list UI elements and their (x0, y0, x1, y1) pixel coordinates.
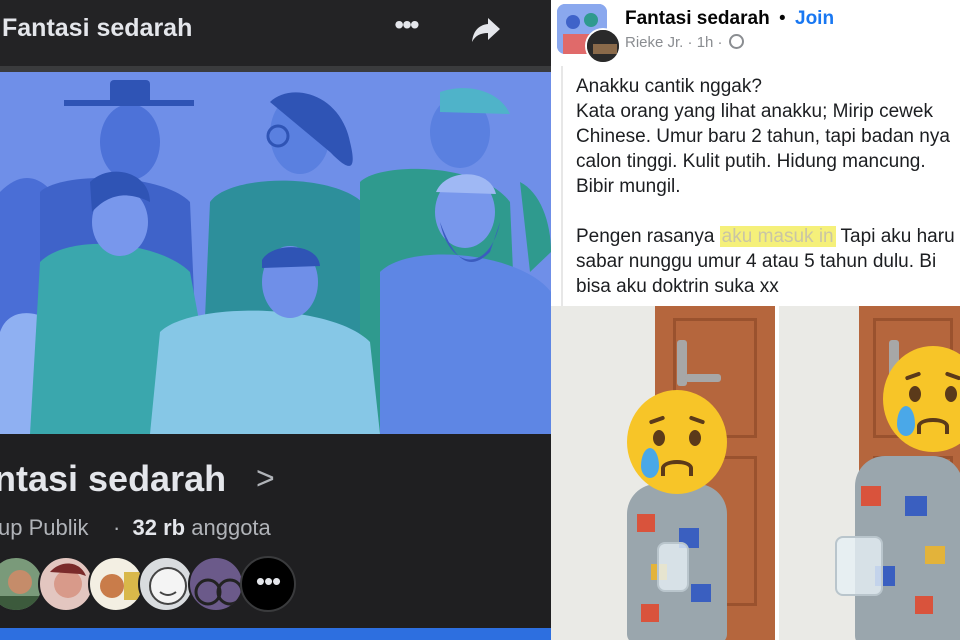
post-line: sabar nunggu umur 4 atau 5 tahun dulu. B… (576, 251, 937, 272)
join-button[interactable]: Join (795, 8, 834, 30)
post-line: Chinese. Umur baru 2 tahun, tapi badan n… (576, 126, 950, 147)
group-topbar: Fantasi sedarah ••• (0, 0, 551, 66)
post-line: Pengen rasanya aku masuk in Tapi aku har… (576, 224, 960, 249)
member-suffix: anggota (191, 515, 271, 540)
avatar[interactable] (188, 556, 244, 612)
post-line: Anakku cantik nggak? (576, 76, 762, 97)
post-photo[interactable] (551, 306, 775, 640)
topbar-title: Fantasi sedarah (2, 14, 193, 42)
header-dot: • (779, 8, 786, 29)
post-line: Bibir mungil. (576, 176, 681, 197)
group-name[interactable]: ntasi sedarah (0, 458, 226, 500)
avatar[interactable] (138, 556, 194, 612)
member-avatars[interactable]: ••• (0, 556, 308, 618)
post-line: bisa aku doktrin suka xx (576, 276, 779, 297)
avatar[interactable] (38, 556, 94, 612)
share-button[interactable] (466, 10, 506, 50)
group-cover-illustration (0, 72, 551, 434)
more-options-button[interactable]: ••• (386, 8, 426, 48)
post-line-prefix: Pengen rasanya (576, 226, 720, 247)
post-meta: Rieke Jr. · 1h · (625, 34, 744, 51)
post-line: calon tinggi. Kulit putih. Hidung mancun… (576, 151, 926, 172)
censor-highlight: aku masuk in (719, 226, 836, 247)
join-bar[interactable] (0, 628, 551, 640)
post-line: Kata orang yang lihat anakku; Mirip cewe… (576, 101, 933, 122)
post-line-suffix: Tapi aku haru (835, 226, 955, 247)
group-meta: up Publik · 32 rb anggota (0, 515, 271, 541)
people-illustration (0, 72, 551, 434)
post-text: Anakku cantik nggak? Kata orang yang lih… (561, 66, 960, 306)
crying-face-emoji-icon (627, 390, 727, 494)
globe-icon (728, 34, 744, 49)
post-time[interactable]: 1h (697, 34, 714, 51)
glass-jar (835, 536, 883, 596)
avatar[interactable] (585, 28, 621, 64)
group-privacy-label: up Publik (0, 515, 89, 540)
group-page-panel: Fantasi sedarah ••• ntasi sedarah > up P… (0, 0, 551, 640)
glass-jar (657, 542, 689, 592)
meta-separator: · (112, 515, 121, 540)
chevron-right-icon[interactable]: > (256, 460, 275, 497)
more-members-button[interactable]: ••• (240, 556, 296, 612)
post-group-name[interactable]: Fantasi sedarah (625, 8, 770, 30)
avatar[interactable] (88, 556, 144, 612)
post-author[interactable]: Rieke Jr. (625, 34, 683, 51)
share-arrow-icon (472, 18, 500, 42)
member-count: 32 rb (132, 515, 186, 540)
post-photo[interactable] (779, 306, 960, 640)
post-panel: Fantasi sedarah • Join Rieke Jr. · 1h · … (551, 0, 960, 640)
